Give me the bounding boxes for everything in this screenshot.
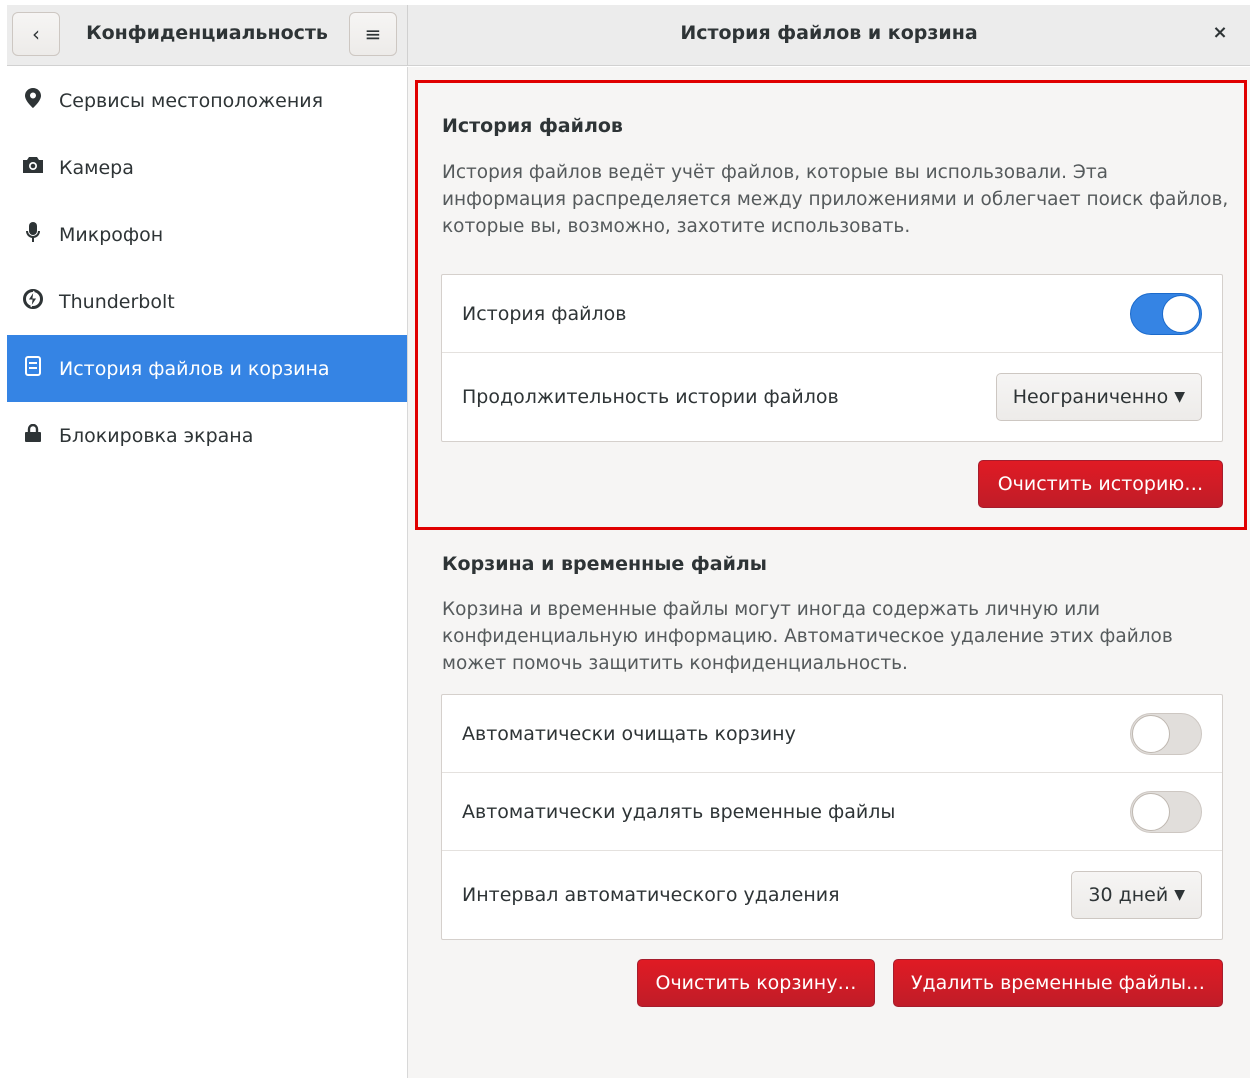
sidebar-item-label: Камера xyxy=(59,156,134,179)
back-button[interactable]: ‹ xyxy=(12,12,60,56)
page-title: История файлов и корзина xyxy=(680,22,978,44)
auto-empty-trash-label: Автоматически очищать корзину xyxy=(462,722,796,745)
auto-empty-trash-row: Автоматически очищать корзину xyxy=(442,695,1222,773)
sidebar-item-label: Блокировка экрана xyxy=(59,424,254,447)
switch-knob xyxy=(1162,294,1200,333)
dropdown-value: 30 дней xyxy=(1088,884,1169,906)
auto-delete-interval-row: Интервал автоматического удаления 30 дне… xyxy=(442,851,1222,939)
delete-temp-files-button[interactable]: Удалить временные файлы… xyxy=(893,959,1223,1007)
hamburger-menu-icon: ≡ xyxy=(364,22,382,46)
auto-empty-trash-switch[interactable] xyxy=(1130,712,1202,755)
close-icon: × xyxy=(1212,22,1228,43)
empty-trash-button[interactable]: Очистить корзину… xyxy=(637,959,875,1007)
menu-button[interactable]: ≡ xyxy=(349,12,397,56)
location-icon xyxy=(7,88,59,113)
auto-delete-temp-row: Автоматически удалять временные файлы xyxy=(442,773,1222,851)
dropdown-value: Неограниченно xyxy=(1012,386,1169,408)
sidebar-item-label: Сервисы местоположения xyxy=(59,89,324,112)
file-history-duration-dropdown[interactable]: Неограниченно ▼ xyxy=(995,373,1202,421)
file-history-description: История файлов ведёт учёт файлов, которы… xyxy=(442,162,1229,237)
sidebar-item-screen-lock[interactable]: Блокировка экрана xyxy=(7,402,407,469)
close-button[interactable]: × xyxy=(1208,21,1232,45)
auto-delete-temp-switch[interactable] xyxy=(1130,790,1202,833)
sidebar-item-microphone[interactable]: Микрофон xyxy=(7,201,407,268)
sidebar-item-location[interactable]: Сервисы местоположения xyxy=(7,67,407,134)
trash-title: Корзина и временные файлы xyxy=(442,553,767,575)
switch-knob xyxy=(1132,792,1170,831)
file-history-list: История файлов Продолжительность истории… xyxy=(441,274,1223,442)
sidebar-header: ‹ Конфиденциальность ≡ xyxy=(7,5,407,66)
sidebar-item-label: Thunderbolt xyxy=(59,290,175,313)
switch-knob xyxy=(1132,714,1170,753)
sidebar-item-label: Микрофон xyxy=(59,223,164,246)
sidebar: Сервисы местоположения Камера Микрофон T… xyxy=(7,67,407,1078)
sidebar-item-camera[interactable]: Камера xyxy=(7,134,407,201)
header-bar: ‹ Конфиденциальность ≡ История файлов и … xyxy=(7,5,1250,66)
sidebar-item-file-history[interactable]: История файлов и корзина xyxy=(7,335,407,402)
file-history-duration-label: Продолжительность истории файлов xyxy=(462,386,839,408)
auto-delete-temp-label: Автоматически удалять временные файлы xyxy=(462,800,896,823)
main-panel: История файлов История файлов ведёт учёт… xyxy=(408,67,1250,1078)
file-history-icon xyxy=(7,356,59,381)
trash-description: Корзина и временные файлы могут иногда с… xyxy=(442,599,1173,674)
sidebar-title: Конфиденциальность xyxy=(86,22,328,44)
file-history-duration-row: Продолжительность истории файлов Неогран… xyxy=(442,353,1222,441)
lock-icon xyxy=(7,423,59,447)
file-history-switch[interactable] xyxy=(1130,292,1202,335)
trash-list: Автоматически очищать корзину Автоматиче… xyxy=(441,694,1223,940)
file-history-toggle-row: История файлов xyxy=(442,275,1222,353)
auto-delete-interval-dropdown[interactable]: 30 дней ▼ xyxy=(1071,871,1202,919)
auto-delete-interval-label: Интервал автоматического удаления xyxy=(462,884,840,906)
file-history-title: История файлов xyxy=(442,115,623,137)
clear-history-button[interactable]: Очистить историю… xyxy=(978,460,1223,508)
sidebar-item-thunderbolt[interactable]: Thunderbolt xyxy=(7,268,407,335)
sidebar-item-label: История файлов и корзина xyxy=(59,357,330,380)
chevron-left-icon: ‹ xyxy=(32,22,40,46)
dropdown-arrow-icon: ▼ xyxy=(1174,389,1185,405)
thunderbolt-icon xyxy=(7,289,59,314)
microphone-icon xyxy=(7,222,59,247)
file-history-toggle-label: История файлов xyxy=(462,302,627,325)
camera-icon xyxy=(7,157,59,178)
dropdown-arrow-icon: ▼ xyxy=(1174,887,1185,903)
